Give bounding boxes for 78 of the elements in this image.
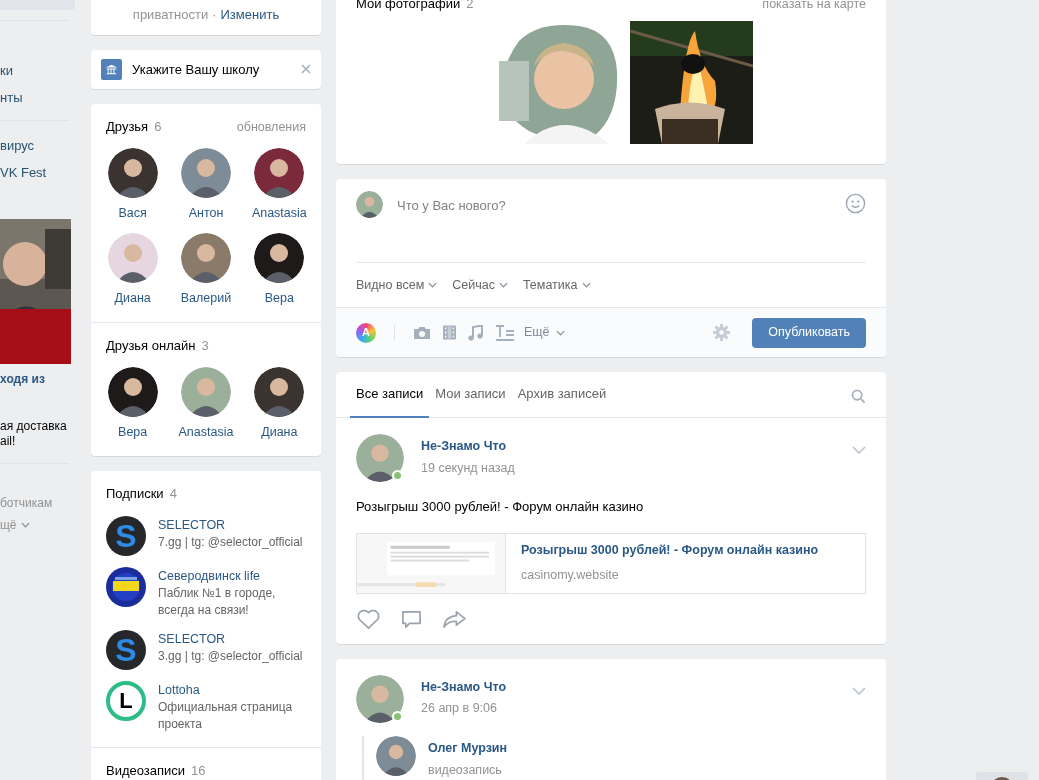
friend-name[interactable]: Вася: [118, 204, 147, 223]
school-icon: [101, 58, 122, 80]
post-time: 26 апр в 9:06: [421, 700, 497, 718]
community-name[interactable]: SELECTOR: [158, 630, 306, 648]
feed-tab[interactable]: Мои записи: [429, 372, 512, 418]
community-name[interactable]: Северодвинск life: [158, 567, 306, 585]
community-logo[interactable]: L: [106, 680, 146, 721]
section-count: 4: [169, 485, 177, 503]
emoji-icon[interactable]: [845, 193, 866, 215]
avatar[interactable]: [107, 233, 158, 283]
friend-name[interactable]: Вера: [118, 423, 148, 442]
caret-icon: [498, 282, 508, 289]
menu-item[interactable]: вирус: [0, 138, 75, 154]
avatar[interactable]: [181, 148, 231, 199]
post-time: 19 секунд назад: [421, 459, 515, 477]
section-count: 16: [191, 761, 206, 780]
ad-text: ail!: [0, 434, 17, 449]
privacy-dropdown[interactable]: Видно всем: [356, 275, 438, 295]
friend-name[interactable]: Anastasia: [178, 423, 234, 442]
avatar[interactable]: [376, 735, 416, 776]
menu-item[interactable]: нты: [0, 90, 75, 106]
repost-author[interactable]: Олег Мурзин: [428, 738, 508, 758]
community-name[interactable]: Lottoha: [158, 681, 306, 699]
privacy-dropdown[interactable]: Тематика: [522, 275, 591, 295]
link-domain: casinomy.website: [521, 567, 620, 584]
repost-type: видеозапись: [428, 762, 502, 780]
like-icon[interactable]: [356, 608, 381, 630]
link-preview[interactable]: Розыгрыш 3000 рублей! - Форум онлайн казино casinomy.website: [356, 532, 866, 594]
community-logo[interactable]: S: [106, 515, 146, 556]
section-count: 6: [154, 117, 162, 136]
friend-name[interactable]: Вера: [264, 289, 294, 308]
friend-name[interactable]: Валерий: [180, 289, 232, 308]
privacy-dropdown[interactable]: Сейчас: [452, 275, 508, 295]
community-name[interactable]: SELECTOR: [158, 516, 306, 534]
school-prompt-text: Укажите Вашу школу: [132, 60, 261, 79]
avatar[interactable]: [254, 233, 305, 283]
section-title: Друзья: [106, 117, 149, 136]
post-input[interactable]: Что у Вас нового?: [397, 196, 831, 216]
friend-name[interactable]: Антон: [188, 204, 224, 223]
friend-name[interactable]: Диана: [261, 423, 298, 442]
post-text: Розыгрыш 3000 рублей! - Форум онлайн казино: [355, 498, 645, 516]
comment-icon[interactable]: [401, 608, 422, 630]
community-logo[interactable]: S: [106, 629, 146, 670]
feed-tab[interactable]: Архив записей: [511, 372, 613, 418]
avatar[interactable]: [356, 191, 383, 219]
privacy-text: приватности: [132, 6, 209, 24]
friend-name[interactable]: Диана: [114, 289, 151, 308]
caret-icon: [20, 522, 30, 528]
friend-name[interactable]: Anastasia: [251, 204, 307, 223]
publish-button[interactable]: Опубликовать: [752, 317, 866, 348]
section-title: Друзья онлайн: [106, 336, 196, 355]
community-description: 7.gg | tg: @selector_official: [158, 533, 304, 551]
link-title: Розыгрыш 3000 рублей! - Форум онлайн казино: [521, 542, 819, 560]
share-icon[interactable]: [442, 609, 467, 629]
change-link[interactable]: Изменить: [220, 5, 280, 25]
section-title: Подписки: [106, 485, 164, 503]
avatar[interactable]: [181, 233, 231, 283]
post-author[interactable]: Не-Знамо Что: [421, 677, 507, 697]
menu-item[interactable]: VK Fest: [0, 165, 75, 181]
section-count: 3: [201, 336, 209, 355]
ad-title[interactable]: ходя из: [0, 370, 75, 388]
chat-avatar[interactable]: [976, 772, 1028, 780]
caret-icon: [581, 282, 591, 289]
community-description: Официальная страница проекта: [158, 698, 294, 733]
avatar[interactable]: [356, 674, 404, 723]
avatar[interactable]: [356, 434, 404, 482]
ad-text: ая доставка: [0, 419, 68, 434]
section-title: Видеозаписи: [106, 761, 186, 780]
menu-item[interactable]: ки: [0, 63, 75, 79]
post-author[interactable]: Не-Знамо Что: [421, 437, 507, 456]
community-description: Паблик №1 в городе, всегда на связи!: [158, 584, 277, 619]
feed-tab[interactable]: Все записи: [350, 372, 430, 418]
caret-icon: [428, 282, 438, 289]
caret-icon: [555, 329, 565, 336]
separator-dot: ·: [212, 6, 217, 24]
community-description: 3.gg | tg: @selector_official: [158, 647, 304, 665]
school-prompt[interactable]: Укажите Вашу школу: [91, 50, 321, 89]
avatar[interactable]: [181, 367, 231, 418]
